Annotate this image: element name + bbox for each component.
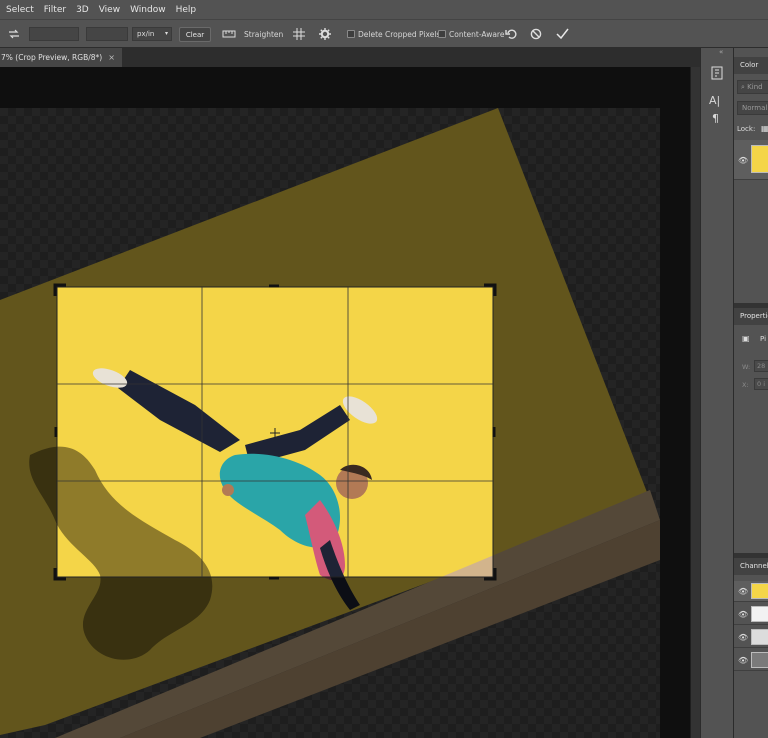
channel-thumbnail <box>751 606 768 622</box>
eye-icon[interactable]: 👁 <box>738 610 748 619</box>
history-icon[interactable] <box>711 66 723 80</box>
channel-row-green[interactable]: 👁 <box>734 627 768 648</box>
delete-cropped-checkbox[interactable] <box>347 30 355 38</box>
x-value-field[interactable]: 0 i <box>754 378 768 390</box>
document-tab[interactable]: 7% (Crop Preview, RGB/8*) × <box>0 48 122 67</box>
delete-cropped-label: Delete Cropped Pixels <box>358 30 441 39</box>
width-input[interactable] <box>29 27 79 41</box>
height-input[interactable] <box>86 27 128 41</box>
options-bar: px/in ▾ Clear Straighten Delete Cropped … <box>0 19 768 48</box>
menu-3d[interactable]: 3D <box>76 5 89 15</box>
chevron-down-icon: ▾ <box>164 30 168 37</box>
reset-icon[interactable] <box>505 28 518 40</box>
vertical-scrollbar[interactable] <box>690 67 700 738</box>
resolution-unit-value: px/in <box>137 30 155 38</box>
image-icon: ▣ <box>742 334 750 343</box>
swap-dimensions-icon[interactable] <box>8 28 20 40</box>
channels-panel-title[interactable]: Channels <box>734 558 768 575</box>
menu-bar: Select Filter 3D View Window Help <box>0 0 768 19</box>
channel-row-red[interactable]: 👁 <box>734 604 768 625</box>
kind-placeholder: Kind <box>747 83 763 91</box>
content-aware-checkbox[interactable] <box>438 30 446 38</box>
crop-canvas[interactable] <box>0 67 690 738</box>
layer-row[interactable]: 👁 <box>734 140 768 180</box>
document-tab-title: 7% (Crop Preview, RGB/8*) <box>1 53 103 62</box>
panel-icons-strip: « A| ¶ <box>700 48 733 738</box>
overlay-grid-icon[interactable] <box>293 28 305 40</box>
channel-thumbnail <box>751 583 768 599</box>
layer-thumbnail <box>751 145 768 173</box>
straighten-label[interactable]: Straighten <box>244 30 283 39</box>
cancel-icon[interactable] <box>530 28 542 40</box>
clear-button[interactable]: Clear <box>179 27 211 42</box>
layer-kind-filter[interactable]: ⌕ Kind <box>737 80 768 94</box>
menu-help[interactable]: Help <box>176 5 197 15</box>
eye-icon[interactable]: 👁 <box>738 156 748 165</box>
channel-row-rgb[interactable]: 👁 <box>734 581 768 602</box>
color-panel-tab[interactable]: Color <box>734 57 768 74</box>
blend-mode-select[interactable]: Normal <box>737 101 768 115</box>
menu-view[interactable]: View <box>99 5 120 15</box>
content-aware-label: Content-Aware <box>449 30 505 39</box>
width-value-field[interactable]: 28 <box>754 360 768 372</box>
properties-panel-title[interactable]: Properties <box>734 308 768 325</box>
menu-select[interactable]: Select <box>6 5 34 15</box>
menu-filter[interactable]: Filter <box>44 5 66 15</box>
width-label: W: <box>742 363 751 371</box>
eye-icon[interactable]: 👁 <box>738 587 748 596</box>
collapse-panels-icon[interactable]: « <box>719 48 723 56</box>
document-tab-bar: 7% (Crop Preview, RGB/8*) × <box>0 48 700 67</box>
eye-icon[interactable]: 👁 <box>738 633 748 642</box>
commit-checkmark-icon[interactable] <box>556 28 569 40</box>
close-icon[interactable]: × <box>108 53 115 62</box>
gear-icon[interactable] <box>319 28 331 40</box>
paragraph-panel-icon[interactable]: ¶ <box>712 112 719 125</box>
channel-row-blue[interactable]: 👁 <box>734 650 768 671</box>
resolution-unit-select[interactable]: px/in ▾ <box>132 27 172 41</box>
eye-icon[interactable]: 👁 <box>738 656 748 665</box>
channel-thumbnail <box>751 629 768 645</box>
straighten-icon[interactable] <box>222 29 236 39</box>
character-panel-icon[interactable]: A| <box>709 94 720 107</box>
properties-type-label: Pi <box>760 335 767 343</box>
panel-dock: Color ⌕ Kind Normal Lock: ▦ 👁 Properties… <box>733 48 768 738</box>
channel-thumbnail <box>751 652 768 668</box>
search-icon: ⌕ <box>741 83 745 91</box>
canvas-area[interactable] <box>0 67 700 738</box>
x-label: X: <box>742 381 749 389</box>
lock-label: Lock: <box>737 125 756 133</box>
menu-window[interactable]: Window <box>130 5 166 15</box>
lock-transparent-icon[interactable]: ▦ <box>761 124 768 133</box>
